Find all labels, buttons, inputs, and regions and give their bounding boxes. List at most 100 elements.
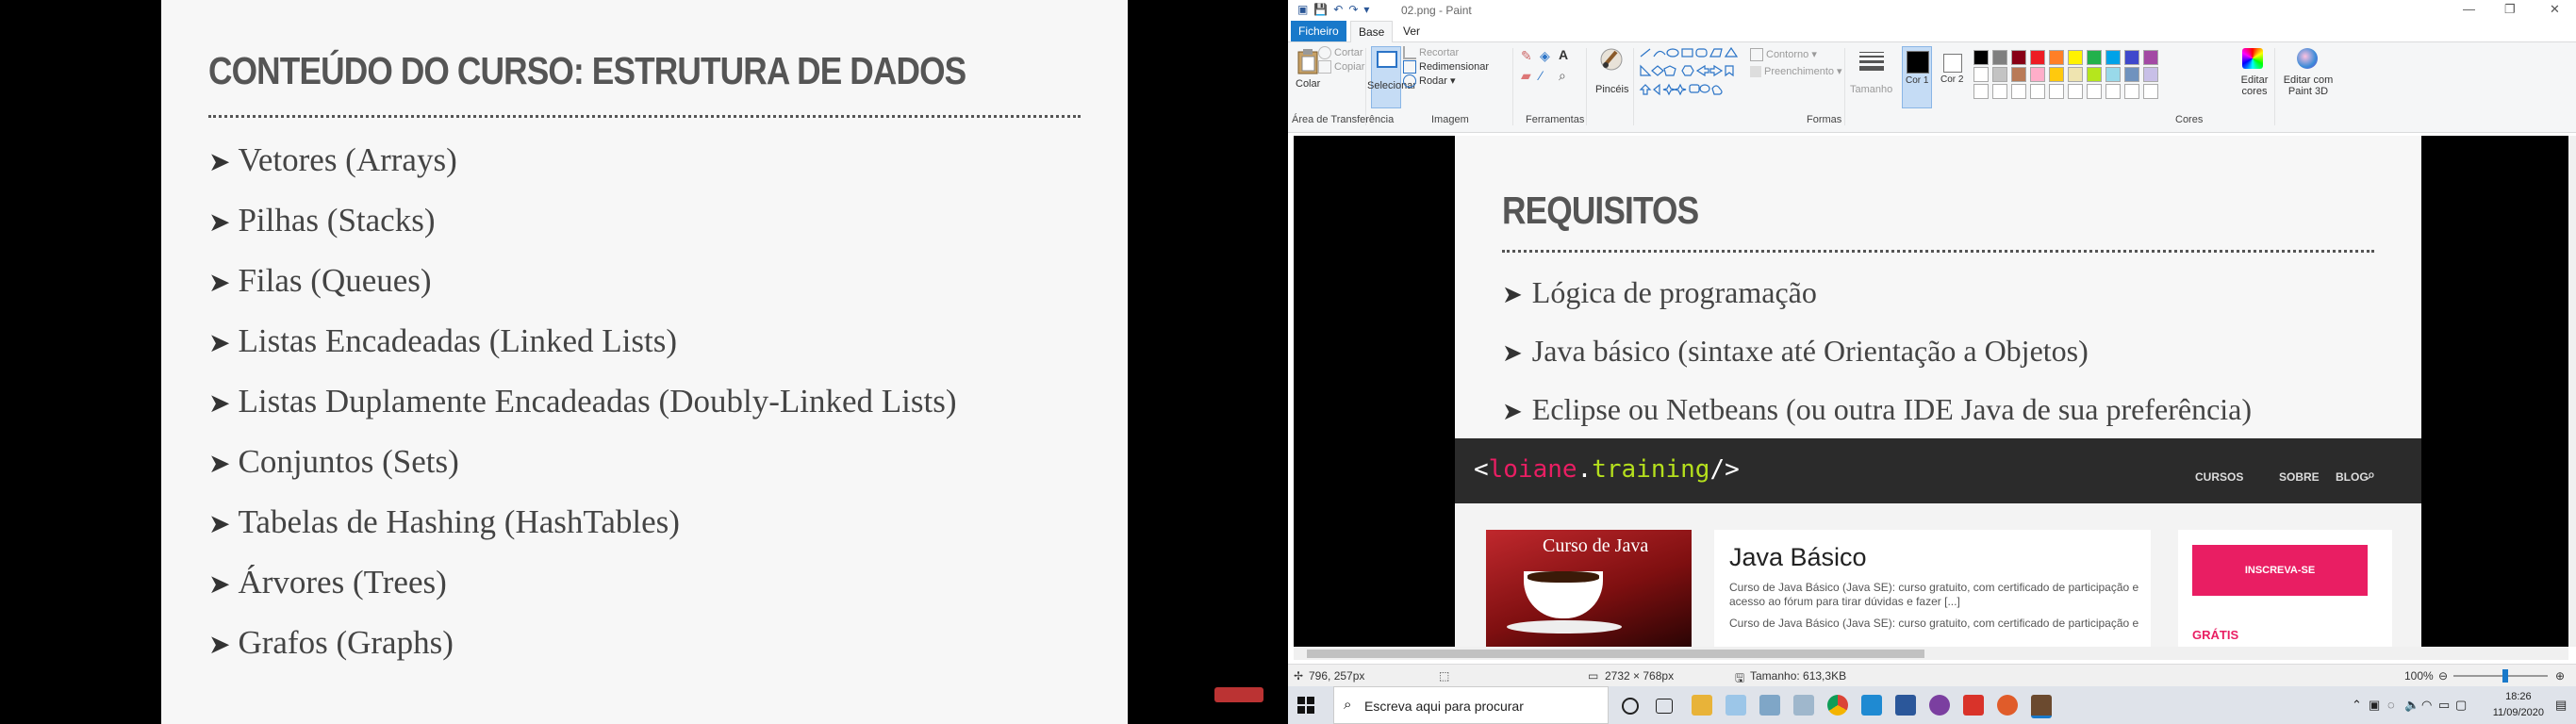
brushes-button[interactable]: Pincéis <box>1595 84 1628 95</box>
obs-icon[interactable] <box>1929 695 1950 716</box>
app-icon[interactable] <box>1997 695 2018 716</box>
palette-swatch[interactable] <box>2030 84 2045 99</box>
outline-dropdown[interactable]: Contorno ▾ <box>1750 48 1817 62</box>
palette-swatch[interactable] <box>2105 67 2121 82</box>
paint3d-button[interactable]: Editar com Paint 3D <box>2278 74 2338 97</box>
palette-swatch[interactable] <box>1992 84 2007 99</box>
restore-icon[interactable]: ❐ <box>2504 2 2516 17</box>
palette-swatch[interactable] <box>1992 50 2007 65</box>
network-icon[interactable]: ◠ <box>2421 698 2432 713</box>
calculator-icon[interactable] <box>1759 695 1780 716</box>
palette-swatch[interactable] <box>1992 67 2007 82</box>
color-picker-icon[interactable]: ⁄ <box>1540 68 1542 83</box>
edit-colors-icon[interactable] <box>2242 48 2263 69</box>
resize-button[interactable]: Redimensionar <box>1403 60 1489 74</box>
palette-swatch[interactable] <box>2105 84 2121 99</box>
size-icon[interactable] <box>1859 50 1884 74</box>
text-tool-icon[interactable]: A <box>1559 47 1568 62</box>
cortana-icon[interactable] <box>1622 698 1639 715</box>
edit-colors-button[interactable]: Editar cores <box>2240 74 2269 97</box>
palette-swatch[interactable] <box>2049 67 2064 82</box>
customize-dropdown-icon[interactable]: ▾ <box>1363 3 1369 16</box>
battery-icon[interactable]: ▭ <box>2438 698 2450 713</box>
palette-swatch[interactable] <box>2143 67 2158 82</box>
zoom-in-icon[interactable]: ⊕ <box>2555 669 2565 683</box>
word-icon[interactable] <box>1895 695 1916 716</box>
color1-button[interactable]: Cor 1 <box>1902 46 1932 108</box>
close-icon[interactable]: ✕ <box>2550 2 2560 17</box>
palette-swatch[interactable] <box>2087 50 2102 65</box>
paint-taskbar-icon[interactable] <box>2031 695 2052 718</box>
redo-icon[interactable]: ↷ <box>1348 3 1358 16</box>
palette-swatch[interactable] <box>1973 67 1989 82</box>
pencil-icon[interactable]: ✎ <box>1521 48 1532 64</box>
notifications-icon[interactable]: ▤ <box>2555 698 2567 713</box>
fill-dropdown[interactable]: Preenchimento ▾ <box>1750 65 1842 78</box>
tab-view[interactable]: Ver <box>1395 21 1428 41</box>
select-button[interactable] <box>1371 46 1401 108</box>
palette-swatch[interactable] <box>2143 50 2158 65</box>
save-icon[interactable]: 💾 <box>1313 3 1328 16</box>
crop-button[interactable]: Recortar <box>1403 46 1459 59</box>
rotate-button[interactable]: Rodar ▾ <box>1403 74 1456 89</box>
color2-button[interactable]: Cor 2 <box>1938 46 1966 107</box>
canvas-area[interactable]: REQUISITOS ➤ Lógica de programação ➤ Java … <box>1294 136 2568 647</box>
palette-swatch[interactable] <box>2011 67 2026 82</box>
tab-file[interactable]: Ficheiro <box>1291 21 1346 41</box>
horizontal-scrollbar[interactable] <box>1294 647 2568 660</box>
palette-swatch[interactable] <box>1973 84 1989 99</box>
chat-icon[interactable]: ▢ <box>2455 698 2467 713</box>
magnifier-icon[interactable]: ⌕ <box>1559 68 1566 84</box>
palette-swatch[interactable] <box>1973 50 1989 65</box>
taskbar-search-box[interactable]: ⌕ Escreva aqui para procurar <box>1333 686 1609 724</box>
minimize-icon[interactable]: — <box>2463 2 2475 16</box>
volume-icon[interactable]: 🔈 <box>2404 698 2419 713</box>
palette-swatch[interactable] <box>2143 84 2158 99</box>
zoom-slider-thumb[interactable] <box>2502 669 2508 683</box>
clock[interactable]: 18:26 11/09/2020 <box>2493 689 2544 721</box>
chrome-icon[interactable] <box>1827 695 1848 716</box>
windows-start-icon[interactable] <box>1297 697 1314 714</box>
paste-icon[interactable] <box>1296 48 1320 74</box>
acrobat-icon[interactable] <box>1963 695 1984 716</box>
file-explorer-icon[interactable] <box>1692 695 1712 716</box>
zoom-out-icon[interactable]: ⊖ <box>2438 669 2448 683</box>
screen-sketch-icon[interactable] <box>1793 695 1814 716</box>
vertical-scrollbar[interactable] <box>2568 136 2576 647</box>
palette-swatch[interactable] <box>2068 84 2083 99</box>
undo-icon[interactable]: ↶ <box>1333 3 1343 16</box>
scrollbar-thumb[interactable] <box>1307 650 1924 658</box>
palette-swatch[interactable] <box>2105 50 2121 65</box>
palette-swatch[interactable] <box>2049 50 2064 65</box>
palette-swatch[interactable] <box>2049 84 2064 99</box>
copy-button[interactable]: Copiar <box>1318 60 1364 74</box>
cut-button[interactable]: Cortar <box>1318 46 1363 59</box>
palette-swatch[interactable] <box>2087 67 2102 82</box>
fill-bucket-icon[interactable]: ◈ <box>1540 48 1550 64</box>
palette-swatch[interactable] <box>2068 67 2083 82</box>
vscode-icon[interactable] <box>1861 695 1882 716</box>
pen-app-icon[interactable] <box>1726 695 1746 716</box>
paste-button[interactable]: Colar <box>1296 78 1320 90</box>
palette-swatch[interactable] <box>2011 84 2026 99</box>
canvas-image[interactable]: REQUISITOS ➤ Lógica de programação ➤ Java … <box>1455 136 2421 647</box>
tray-app-icon[interactable]: ▣ <box>2369 698 2380 713</box>
palette-swatch[interactable] <box>2124 67 2139 82</box>
show-hidden-icons-icon[interactable]: ⌃ <box>2352 698 2362 713</box>
paint3d-icon[interactable] <box>2297 48 2318 69</box>
palette-swatch[interactable] <box>2124 84 2139 99</box>
shapes-gallery-icon[interactable] <box>1639 47 1742 104</box>
tab-home[interactable]: Base <box>1350 21 1394 43</box>
task-view-icon[interactable] <box>1656 699 1673 714</box>
eraser-icon[interactable]: ▰ <box>1521 68 1531 84</box>
action-icon[interactable]: ◌ <box>2387 698 2395 712</box>
brush-icon[interactable] <box>1599 46 1624 73</box>
palette-swatch[interactable] <box>2068 50 2083 65</box>
palette-swatch[interactable] <box>2030 67 2045 82</box>
palette-swatch[interactable] <box>2124 50 2139 65</box>
palette-swatch[interactable] <box>2087 84 2102 99</box>
recording-indicator[interactable] <box>1214 687 1263 702</box>
palette-swatch[interactable] <box>2030 50 2045 65</box>
size-button[interactable]: Tamanho <box>1850 84 1892 95</box>
zoom-slider[interactable] <box>2453 675 2548 677</box>
